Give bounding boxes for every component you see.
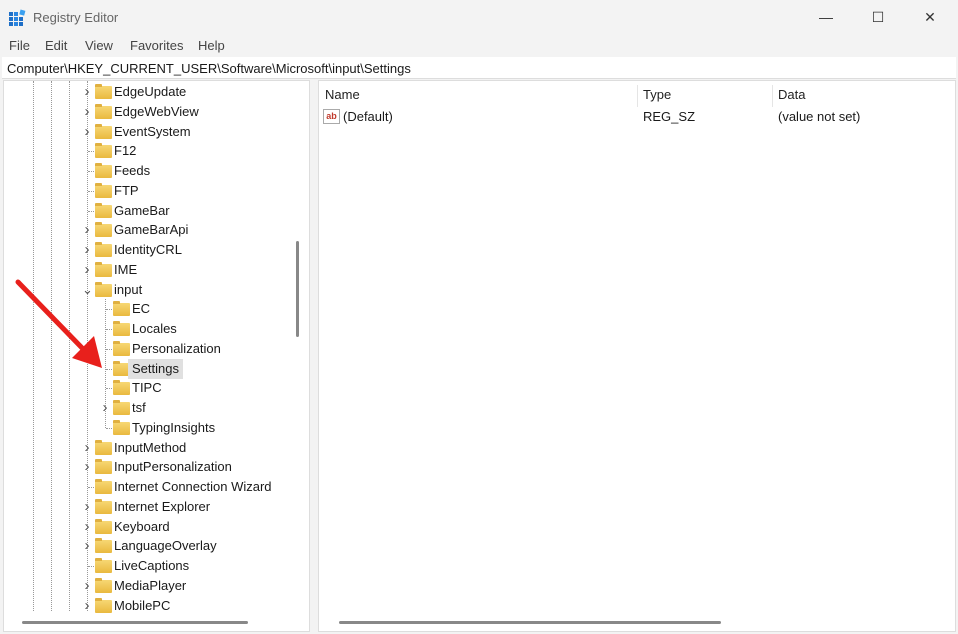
tree-item-label: F12 [114, 143, 137, 159]
tree-item-label: Personalization [132, 340, 221, 356]
tree-item-label: Internet Explorer [114, 498, 211, 514]
chevron-right-icon[interactable]: › [82, 536, 92, 556]
values-pane[interactable]: Name Type Data ab (Default) REG_SZ (valu… [318, 80, 956, 632]
tree-item-label: EdgeUpdate [114, 84, 187, 99]
tree-item-identitycrl[interactable]: › IdentityCRL [4, 240, 294, 260]
tree-item-label: EventSystem [114, 123, 191, 139]
chevron-right-icon[interactable]: › [82, 497, 92, 517]
tree-item-label: Internet Connection Wizard [114, 479, 272, 494]
tree-item-label: GameBar [114, 202, 170, 218]
tree-item-label: LanguageOverlay [114, 538, 217, 554]
tree-item-inputpersonalization[interactable]: › InputPersonalization [4, 457, 294, 477]
tree-item-label: Keyboard [114, 518, 170, 534]
chevron-right-icon[interactable]: › [100, 398, 110, 418]
tree-item-label: tsf [132, 400, 146, 415]
values-horizontal-scrollbar[interactable] [339, 621, 721, 624]
tree-item-internet-explorer[interactable]: › Internet Explorer [4, 497, 294, 517]
tree-item-label: EdgeWebView [114, 103, 199, 119]
tree-item-mobilepc[interactable]: › MobilePC [4, 596, 294, 616]
chevron-right-icon[interactable]: › [82, 260, 92, 280]
value-row[interactable]: ab (Default) REG_SZ (value not set) [323, 107, 953, 127]
tree-item-mediaplayer[interactable]: › MediaPlayer [4, 576, 294, 596]
tree-item-label: MobilePC [114, 597, 171, 613]
chevron-right-icon[interactable]: › [82, 102, 92, 122]
tree-item-label: MediaPlayer [114, 577, 187, 593]
tree-item-label: input [114, 281, 143, 297]
tree-item-label: InputMethod [114, 439, 187, 455]
tree-item-label: GameBarApi [114, 222, 189, 238]
close-button[interactable]: ✕ [907, 0, 953, 34]
chevron-right-icon[interactable]: › [82, 596, 92, 616]
tree-item-label: TypingInsights [132, 419, 216, 435]
tree-item-feeds[interactable]: Feeds [4, 161, 294, 181]
tree-item-label: LiveCaptions [114, 558, 190, 573]
menu-help[interactable]: Help [198, 38, 225, 53]
column-header-data[interactable]: Data [778, 87, 805, 102]
tree-item-tsf[interactable]: › tsf [4, 398, 294, 418]
tree-vertical-scrollbar[interactable] [296, 241, 299, 337]
menu-view[interactable]: View [85, 38, 113, 53]
chevron-right-icon[interactable]: › [82, 438, 92, 458]
tree-item-label: TIPC [132, 380, 162, 396]
tree-item-edgewebview[interactable]: › EdgeWebView [4, 102, 294, 122]
string-value-icon: ab [323, 109, 340, 124]
tree-item-label: Settings [128, 358, 183, 379]
tree-item-internet-connection-wizard[interactable]: Internet Connection Wizard [4, 477, 294, 497]
tree-item-ime[interactable]: › IME [4, 260, 294, 280]
chevron-right-icon[interactable]: › [82, 240, 92, 260]
menu-favorites[interactable]: Favorites [130, 38, 183, 53]
title-bar: Registry Editor — ☐ ✕ [0, 0, 958, 34]
tree-item-typinginsights[interactable]: TypingInsights [4, 418, 294, 438]
tree-item-eventsystem[interactable]: › EventSystem [4, 122, 294, 142]
column-header-name[interactable]: Name [325, 87, 360, 102]
tree-item-label: EC [132, 301, 151, 317]
tree-item-ftp[interactable]: FTP [4, 181, 294, 201]
tree-item-inputmethod[interactable]: › InputMethod [4, 438, 294, 458]
tree-horizontal-scrollbar[interactable] [22, 621, 248, 624]
tree-item-label: InputPersonalization [114, 459, 232, 475]
value-data: (value not set) [778, 109, 861, 124]
tree-item-keyboard[interactable]: › Keyboard [4, 517, 294, 537]
tree-item-label: IdentityCRL [114, 242, 182, 257]
chevron-right-icon[interactable]: › [82, 517, 92, 537]
tree-item-gamebarapi[interactable]: › GameBarApi [4, 220, 294, 240]
tree-item-tipc[interactable]: TIPC [4, 378, 294, 398]
tree-item-languageoverlay[interactable]: › LanguageOverlay [4, 536, 294, 556]
address-bar[interactable]: Computer\HKEY_CURRENT_USER\Software\Micr… [2, 57, 956, 79]
chevron-right-icon[interactable]: › [82, 82, 92, 102]
tree-item-label: Feeds [114, 163, 151, 178]
red-arrow-annotation [15, 279, 102, 368]
tree-item-edgeupdate[interactable]: › EdgeUpdate [4, 82, 294, 102]
minimize-button[interactable]: — [803, 0, 849, 34]
registry-editor-icon [9, 9, 26, 26]
tree-item-label: FTP [114, 182, 139, 198]
tree-item-livecaptions[interactable]: LiveCaptions [4, 556, 294, 576]
tree-item-gamebar[interactable]: GameBar [4, 201, 294, 221]
column-header-type[interactable]: Type [643, 87, 671, 102]
value-name: (Default) [343, 109, 393, 124]
window-title: Registry Editor [33, 10, 119, 25]
menu-file[interactable]: File [9, 38, 30, 53]
tree-item-f12[interactable]: F12 [4, 141, 294, 161]
value-type: REG_SZ [643, 109, 696, 124]
menu-bar: File Edit View Favorites Help [0, 35, 958, 55]
tree-item-label: Locales [132, 321, 177, 336]
menu-edit[interactable]: Edit [45, 38, 67, 53]
chevron-right-icon[interactable]: › [82, 576, 92, 596]
maximize-button[interactable]: ☐ [855, 0, 901, 34]
chevron-right-icon[interactable]: › [82, 457, 92, 477]
chevron-right-icon[interactable]: › [82, 220, 92, 240]
tree-item-label: IME [114, 261, 138, 277]
chevron-right-icon[interactable]: › [82, 122, 92, 142]
